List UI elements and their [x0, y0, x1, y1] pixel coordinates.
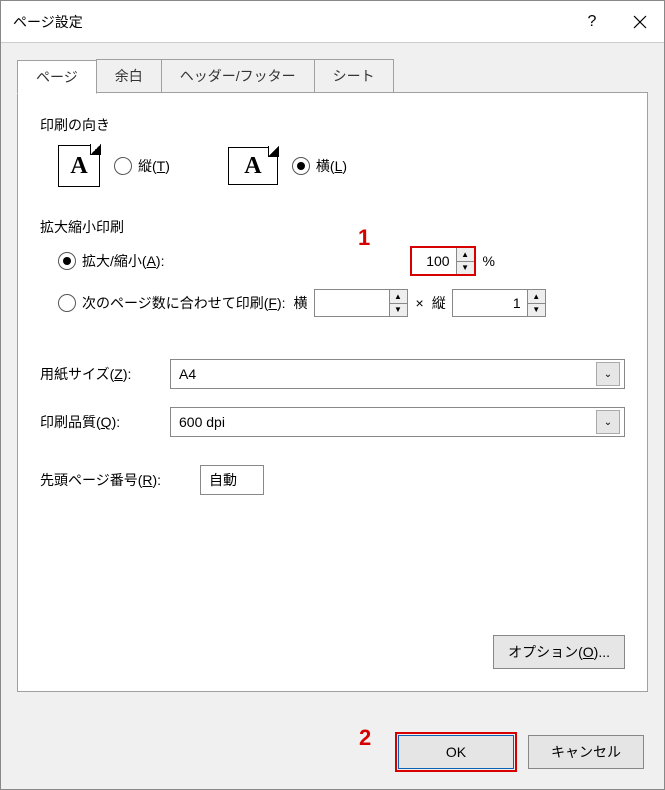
landscape-icon: A — [228, 147, 278, 185]
print-quality-value: 600 dpi — [179, 414, 225, 430]
tab-header-footer[interactable]: ヘッダー/フッター — [161, 59, 315, 93]
chevron-down-icon[interactable]: ▼ — [457, 262, 474, 275]
paper-size-row: 用紙サイズ(Z): A4 ⌄ — [40, 359, 625, 389]
spin-arrows[interactable]: ▲▼ — [527, 290, 545, 316]
spin-arrows[interactable]: ▲▼ — [456, 248, 474, 274]
fit-tall-input[interactable] — [453, 290, 527, 316]
paper-size-value: A4 — [179, 366, 196, 382]
titlebar: ページ設定 ? — [1, 1, 664, 43]
tab-margins[interactable]: 余白 — [96, 59, 162, 93]
help-button[interactable]: ? — [568, 1, 616, 43]
adjust-spinbox[interactable]: ▲▼ — [411, 247, 475, 275]
tabpanel-page: 印刷の向き A 縦(T) A 横(L) 拡大縮小印刷 — [17, 92, 648, 692]
landscape-radio-label: 横(L) — [316, 156, 347, 176]
page-setup-dialog: ページ設定 ? ページ 余白 ヘッダー/フッター シート 印刷の向き A 縦(T… — [0, 0, 665, 790]
dialog-footer: 2 OK キャンセル — [1, 721, 664, 789]
tab-sheet[interactable]: シート — [314, 59, 394, 93]
chevron-down-icon[interactable]: ⌄ — [596, 410, 620, 434]
paper-size-label: 用紙サイズ(Z): — [40, 364, 170, 384]
portrait-radio-label: 縦(T) — [138, 156, 170, 176]
scaling-adjust-row: 拡大/縮小(A): 1 ▲▼ % — [58, 247, 625, 275]
chevron-up-icon[interactable]: ▲ — [457, 248, 474, 262]
chevron-down-icon[interactable]: ▼ — [390, 304, 407, 317]
portrait-radio[interactable]: 縦(T) — [114, 156, 170, 176]
callout-2: 2 — [359, 725, 371, 751]
ok-button[interactable]: OK — [398, 735, 514, 769]
cancel-button[interactable]: キャンセル — [528, 735, 644, 769]
fit-wide-spinbox[interactable]: ▲▼ — [314, 289, 408, 317]
fit-tall-spinbox[interactable]: ▲▼ — [452, 289, 546, 317]
chevron-up-icon[interactable]: ▲ — [390, 290, 407, 304]
tab-bar: ページ 余白 ヘッダー/フッター シート — [17, 59, 648, 93]
landscape-radio-button[interactable] — [292, 157, 310, 175]
fit-radio[interactable]: 次のページ数に合わせて印刷(F): — [58, 293, 286, 313]
adjust-radio-label: 拡大/縮小(A): — [82, 251, 164, 271]
landscape-radio[interactable]: 横(L) — [292, 156, 347, 176]
scaling-fit-row: 次のページ数に合わせて印刷(F): 横 ▲▼ × 縦 ▲▼ — [58, 289, 625, 317]
adjust-radio-button[interactable] — [58, 252, 76, 270]
orientation-group-label: 印刷の向き — [40, 115, 625, 135]
tab-page[interactable]: ページ — [17, 60, 97, 94]
fit-radio-button[interactable] — [58, 294, 76, 312]
chevron-down-icon[interactable]: ⌄ — [596, 362, 620, 386]
adjust-input[interactable] — [412, 248, 456, 274]
dialog-title: ページ設定 — [1, 12, 568, 32]
print-quality-dropdown[interactable]: 600 dpi ⌄ — [170, 407, 625, 437]
fit-radio-label: 次のページ数に合わせて印刷(F): — [82, 293, 286, 313]
adjust-radio[interactable]: 拡大/縮小(A): — [58, 251, 164, 271]
chevron-down-icon[interactable]: ▼ — [528, 304, 545, 317]
portrait-radio-button[interactable] — [114, 157, 132, 175]
times-label: × — [416, 295, 424, 311]
portrait-icon: A — [58, 145, 100, 187]
callout-1: 1 — [358, 225, 370, 251]
fit-tall-label: 縦 — [432, 293, 446, 313]
close-icon — [633, 15, 647, 29]
paper-size-dropdown[interactable]: A4 ⌄ — [170, 359, 625, 389]
close-button[interactable] — [616, 1, 664, 43]
print-quality-row: 印刷品質(Q): 600 dpi ⌄ — [40, 407, 625, 437]
dialog-content: ページ 余白 ヘッダー/フッター シート 印刷の向き A 縦(T) A — [1, 43, 664, 721]
chevron-up-icon[interactable]: ▲ — [528, 290, 545, 304]
print-quality-label: 印刷品質(Q): — [40, 412, 170, 432]
fit-wide-input[interactable] — [315, 290, 389, 316]
percent-label: % — [483, 253, 495, 269]
spin-arrows[interactable]: ▲▼ — [389, 290, 407, 316]
scaling-group-label: 拡大縮小印刷 — [40, 217, 625, 237]
first-page-input[interactable]: 自動 — [200, 465, 264, 495]
first-page-row: 先頭ページ番号(R): 自動 — [40, 465, 625, 495]
first-page-label: 先頭ページ番号(R): — [40, 470, 200, 490]
orientation-row: A 縦(T) A 横(L) — [58, 145, 625, 187]
fit-wide-label: 横 — [294, 293, 308, 313]
options-button[interactable]: オプション(O)... — [493, 635, 625, 669]
